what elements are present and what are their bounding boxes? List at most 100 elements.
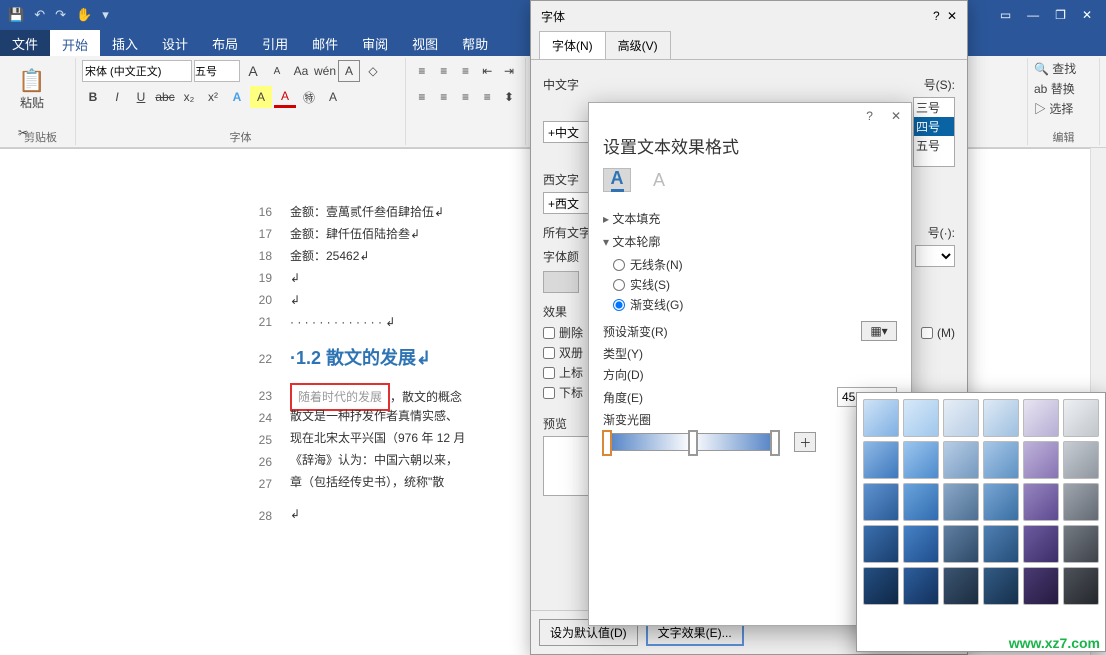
close-icon[interactable]: ✕ — [1082, 8, 1092, 22]
gradient-swatch[interactable] — [943, 525, 979, 563]
bullets-icon[interactable]: ≡ — [412, 60, 432, 82]
tab-home[interactable]: 开始 — [50, 30, 100, 56]
text-fill-outline-icon[interactable]: A — [603, 168, 631, 192]
gradient-swatch[interactable] — [1063, 525, 1099, 563]
close-icon[interactable]: ✕ — [891, 109, 901, 123]
west-font-input[interactable] — [543, 192, 593, 214]
restore-icon[interactable]: ❐ — [1055, 8, 1066, 22]
gradient-swatch[interactable] — [943, 483, 979, 521]
replace-button[interactable]: ab 替换 — [1034, 80, 1093, 97]
align-right-icon[interactable]: ≡ — [456, 86, 476, 108]
font-color-button[interactable]: A — [274, 86, 296, 108]
decrease-indent-icon[interactable]: ⇤ — [477, 60, 497, 82]
minimize-icon[interactable]: — — [1027, 8, 1039, 22]
ribbon-options-icon[interactable]: ▭ — [1000, 8, 1011, 22]
tab-review[interactable]: 审阅 — [350, 30, 400, 56]
strike-checkbox[interactable] — [543, 327, 555, 339]
redo-icon[interactable]: ↷ — [55, 7, 66, 23]
gradient-swatch[interactable] — [863, 399, 899, 437]
subscript-button[interactable]: x₂ — [178, 86, 200, 108]
help-icon[interactable]: ? — [866, 109, 873, 123]
line-spacing-icon[interactable]: ⬍ — [499, 86, 519, 108]
gradient-swatch[interactable] — [983, 525, 1019, 563]
tab-view[interactable]: 视图 — [400, 30, 450, 56]
gradient-swatch[interactable] — [1023, 525, 1059, 563]
multilevel-icon[interactable]: ≡ — [456, 60, 476, 82]
tab-references[interactable]: 引用 — [250, 30, 300, 56]
gradient-swatch[interactable] — [903, 441, 939, 479]
gradient-swatch[interactable] — [983, 567, 1019, 605]
align-center-icon[interactable]: ≡ — [434, 86, 454, 108]
gradient-swatch[interactable] — [983, 399, 1019, 437]
gradient-swatch[interactable] — [863, 525, 899, 563]
gradient-swatch[interactable] — [863, 567, 899, 605]
gradient-swatch[interactable] — [1023, 441, 1059, 479]
underline-color-select[interactable] — [915, 245, 955, 267]
gradient-swatch[interactable] — [1063, 567, 1099, 605]
phonetic-guide-icon[interactable]: wén — [314, 60, 336, 82]
gradient-swatch[interactable] — [1023, 483, 1059, 521]
font-color-swatch[interactable] — [543, 271, 579, 293]
font-size-select[interactable] — [194, 60, 240, 82]
superscript-button[interactable]: x² — [202, 86, 224, 108]
dblstrike-checkbox[interactable] — [543, 347, 555, 359]
gradient-swatch[interactable] — [903, 483, 939, 521]
help-icon[interactable]: ? — [933, 9, 940, 23]
shrink-font-icon[interactable]: A — [266, 60, 288, 82]
gradient-swatch[interactable] — [943, 399, 979, 437]
tab-insert[interactable]: 插入 — [100, 30, 150, 56]
numbering-icon[interactable]: ≡ — [434, 60, 454, 82]
gradient-swatch[interactable] — [863, 441, 899, 479]
superscript-checkbox[interactable] — [543, 367, 555, 379]
strike-button[interactable]: abc — [154, 86, 176, 108]
subscript-checkbox[interactable] — [543, 387, 555, 399]
gradient-swatch[interactable] — [983, 441, 1019, 479]
section-text-fill[interactable]: 文本填充 — [603, 210, 897, 227]
gradient-swatch[interactable] — [903, 525, 939, 563]
gradient-swatch[interactable] — [903, 567, 939, 605]
char-border-icon[interactable]: A — [338, 60, 360, 82]
tab-layout[interactable]: 布局 — [200, 30, 250, 56]
tab-font[interactable]: 字体(N) — [539, 31, 606, 59]
text-effects-icon[interactable]: A — [645, 168, 673, 192]
enclosed-char-button[interactable]: ㊕ — [298, 86, 320, 108]
gradient-swatch[interactable] — [1063, 483, 1099, 521]
gradient-swatch[interactable] — [1063, 441, 1099, 479]
find-button[interactable]: 🔍 查找 — [1034, 60, 1093, 77]
gradient-swatch[interactable] — [903, 399, 939, 437]
radio-solid-line[interactable] — [613, 279, 625, 291]
gradient-stops-bar[interactable] — [603, 433, 779, 451]
char-shading-button[interactable]: A — [322, 86, 344, 108]
align-left-icon[interactable]: ≡ — [412, 86, 432, 108]
radio-gradient-line[interactable] — [613, 299, 625, 311]
underline-button[interactable]: U — [130, 86, 152, 108]
section-text-outline[interactable]: 文本轮廓 — [603, 233, 897, 250]
gradient-swatch[interactable] — [1023, 399, 1059, 437]
tab-file[interactable]: 文件 — [0, 30, 50, 56]
touch-mode-icon[interactable]: ✋ — [76, 7, 92, 23]
grow-font-icon[interactable]: A — [242, 60, 264, 82]
gradient-swatch[interactable] — [1063, 399, 1099, 437]
save-icon[interactable]: 💾 — [8, 7, 24, 23]
add-stop-button[interactable]: ＋ — [794, 432, 816, 452]
paste-button[interactable]: 📋 粘贴 — [12, 60, 52, 118]
italic-button[interactable]: I — [106, 86, 128, 108]
close-icon[interactable]: ✕ — [947, 9, 957, 23]
increase-indent-icon[interactable]: ⇥ — [499, 60, 519, 82]
tab-help[interactable]: 帮助 — [450, 30, 500, 56]
gradient-swatch[interactable] — [943, 441, 979, 479]
gradient-swatch[interactable] — [983, 483, 1019, 521]
change-case-icon[interactable]: Aa — [290, 60, 312, 82]
size-listbox[interactable]: 三号 四号 五号 — [913, 97, 955, 167]
tab-mailings[interactable]: 邮件 — [300, 30, 350, 56]
font-name-select[interactable] — [82, 60, 192, 82]
smallcaps-checkbox[interactable] — [921, 327, 933, 339]
tab-advanced[interactable]: 高级(V) — [605, 31, 671, 59]
undo-icon[interactable]: ↶ — [34, 7, 45, 23]
cn-font-input[interactable] — [543, 121, 593, 143]
tab-design[interactable]: 设计 — [150, 30, 200, 56]
justify-icon[interactable]: ≡ — [477, 86, 497, 108]
bold-button[interactable]: B — [82, 86, 104, 108]
gradient-swatch[interactable] — [1023, 567, 1059, 605]
preset-gradient-button[interactable]: ▦▾ — [861, 321, 897, 341]
